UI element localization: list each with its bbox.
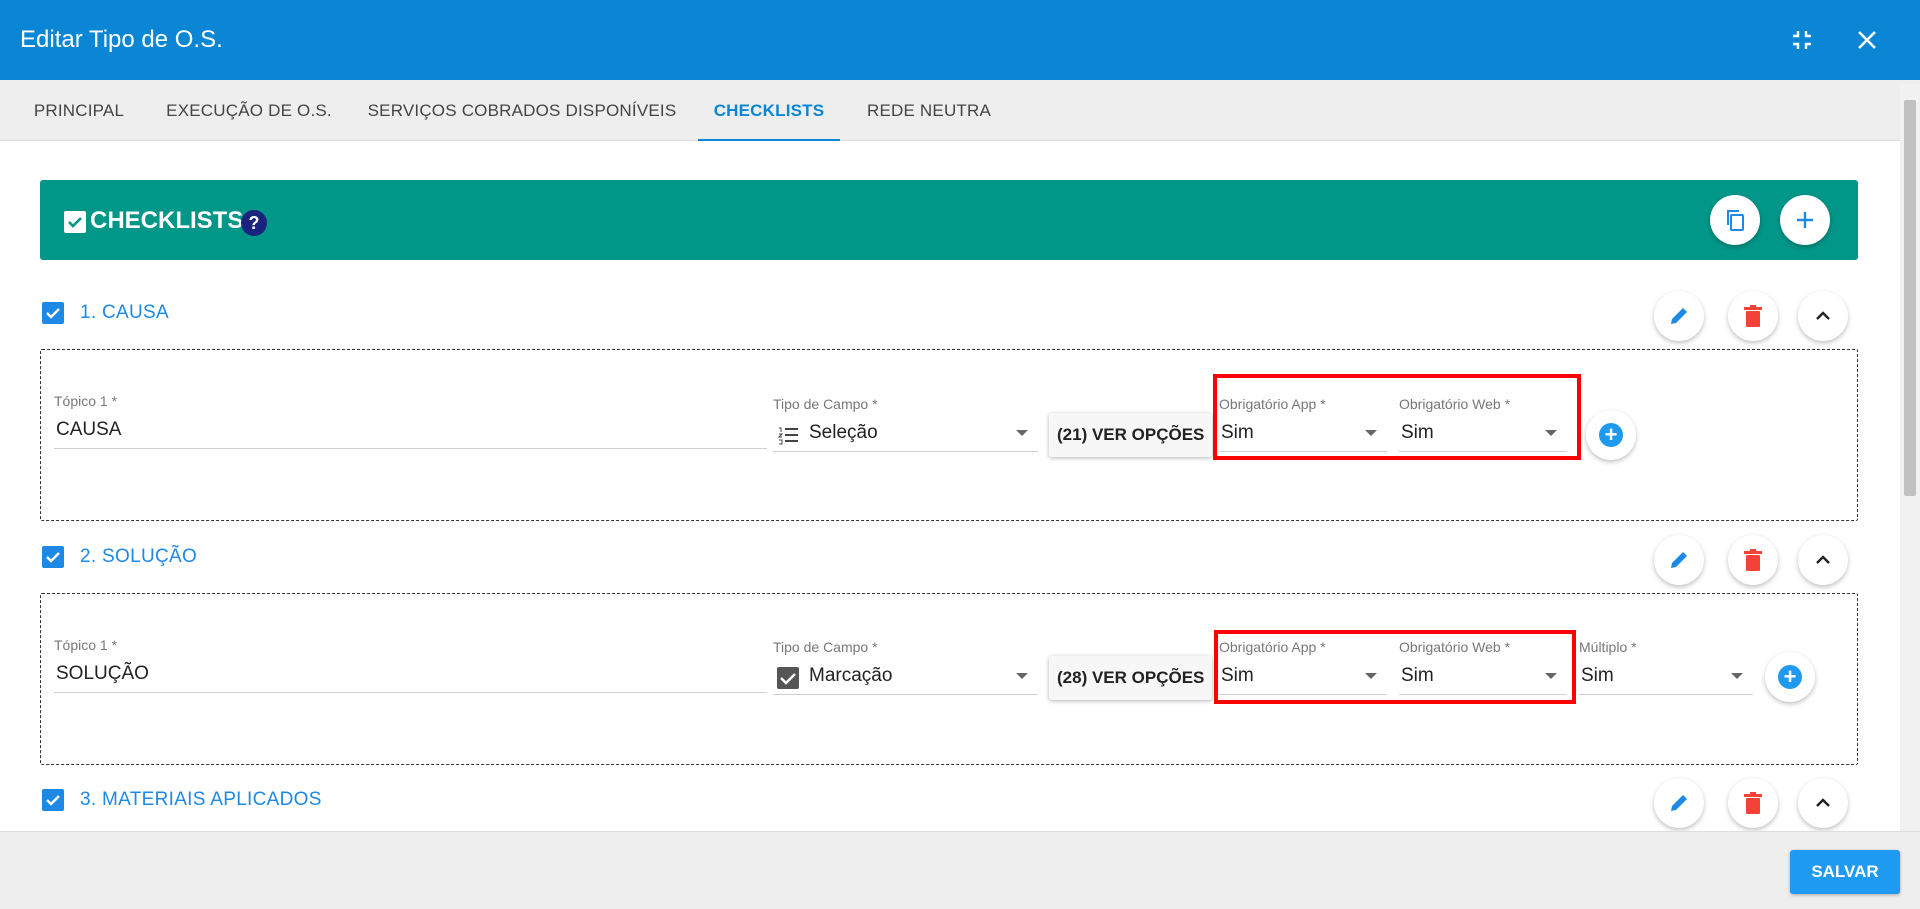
tab-execucao[interactable]: EXECUÇÃO DE O.S. <box>162 80 336 141</box>
chevron-up-icon <box>1816 311 1830 320</box>
multiple-value: Sim <box>1581 665 1614 686</box>
section-2-box: Tópico 1 * SOLUÇÃO Tipo de Campo * Marca… <box>40 593 1858 765</box>
trash-icon <box>1744 792 1762 814</box>
required-mark: * <box>872 396 878 412</box>
required-mark: * <box>872 639 878 655</box>
required-mark: * <box>111 637 118 653</box>
checklists-title: CHECKLISTS <box>90 207 244 234</box>
scrollbar-thumb[interactable] <box>1904 100 1916 496</box>
section-3-delete-button[interactable] <box>1728 778 1778 828</box>
highlight-box <box>1214 630 1576 704</box>
chevron-up-icon <box>1816 798 1830 807</box>
copy-button[interactable] <box>1710 195 1760 245</box>
topic-label: Tópico 1 <box>54 393 108 409</box>
section-2-checkbox[interactable] <box>42 546 64 568</box>
required-mark: * <box>111 393 118 409</box>
pencil-icon <box>1671 552 1687 568</box>
section-1-edit-button[interactable] <box>1654 291 1704 341</box>
add-field-button[interactable]: + <box>1586 410 1636 460</box>
tab-servicos[interactable]: SERVIÇOS COBRADOS DISPONÍVEIS <box>358 80 686 141</box>
section-1-box: Tópico 1 * CAUSA Tipo de Campo * Seleção… <box>40 349 1858 521</box>
section-2-label[interactable]: 2. SOLUÇÃO <box>80 546 197 568</box>
field-type-label: Tipo de Campo <box>773 396 869 412</box>
copy-icon <box>1727 210 1744 231</box>
exit-fullscreen-icon[interactable] <box>1784 22 1820 58</box>
trash-icon <box>1744 305 1762 327</box>
tab-checklists[interactable]: CHECKLISTS <box>698 80 840 141</box>
list-numbered-icon <box>777 424 799 451</box>
tab-bar: PRINCIPAL EXECUÇÃO DE O.S. SERVIÇOS COBR… <box>0 80 1920 141</box>
pencil-icon <box>1671 308 1687 324</box>
caret-down-icon <box>1016 673 1028 679</box>
required-mark: * <box>1631 639 1637 655</box>
section-1-collapse-button[interactable] <box>1798 291 1848 341</box>
section-2-delete-button[interactable] <box>1728 535 1778 585</box>
section-1-delete-button[interactable] <box>1728 291 1778 341</box>
section-2-collapse-button[interactable] <box>1798 535 1848 585</box>
section-3-label[interactable]: 3. MATERIAIS APLICADOS <box>80 789 322 811</box>
tab-principal[interactable]: PRINCIPAL <box>18 80 140 141</box>
checkbox-icon <box>777 667 799 694</box>
field-type-value: Seleção <box>809 422 878 443</box>
dialog-title-bar: Editar Tipo de O.S. <box>0 0 1920 80</box>
topic-value: SOLUÇÃO <box>56 663 149 684</box>
add-field-button[interactable]: + <box>1765 652 1815 702</box>
section-3-collapse-button[interactable] <box>1798 778 1848 828</box>
topic-label: Tópico 1 <box>54 637 108 653</box>
checklists-check-icon <box>64 211 86 233</box>
section-3-edit-button[interactable] <box>1654 778 1704 828</box>
topic-value: CAUSA <box>56 419 122 440</box>
plus-circle-icon: + <box>1599 423 1623 447</box>
trash-icon <box>1744 549 1762 571</box>
dialog-footer: SALVAR <box>0 831 1920 909</box>
scrollbar[interactable] <box>1900 84 1920 832</box>
close-icon[interactable] <box>1849 22 1885 58</box>
section-3-checkbox[interactable] <box>42 789 64 811</box>
section-2-edit-button[interactable] <box>1654 535 1704 585</box>
dialog-title: Editar Tipo de O.S. <box>20 26 223 53</box>
section-1-checkbox[interactable] <box>42 302 64 324</box>
multiple-label: Múltiplo <box>1579 639 1628 655</box>
tab-rede-neutra[interactable]: REDE NEUTRA <box>860 80 998 141</box>
field-type-value: Marcação <box>809 665 893 686</box>
caret-down-icon <box>1016 430 1028 436</box>
field-type-label: Tipo de Campo <box>773 639 869 655</box>
highlight-box <box>1213 374 1581 460</box>
main-content: CHECKLISTS ? 1. CAUSA Tópico 1 * CAUSA T… <box>0 141 1900 831</box>
save-button[interactable]: SALVAR <box>1790 850 1900 894</box>
view-options-button[interactable]: (28) VER OPÇÕES <box>1049 656 1213 700</box>
pencil-icon <box>1671 795 1687 811</box>
section-1-label[interactable]: 1. CAUSA <box>80 302 169 324</box>
chevron-up-icon <box>1816 555 1830 564</box>
help-icon[interactable]: ? <box>241 210 267 236</box>
plus-circle-icon: + <box>1778 665 1802 689</box>
plus-icon <box>1797 212 1813 228</box>
caret-down-icon <box>1731 673 1743 679</box>
add-checklist-button[interactable] <box>1780 195 1830 245</box>
view-options-button[interactable]: (21) VER OPÇÕES <box>1049 413 1213 457</box>
checklists-header: CHECKLISTS ? <box>40 180 1858 260</box>
